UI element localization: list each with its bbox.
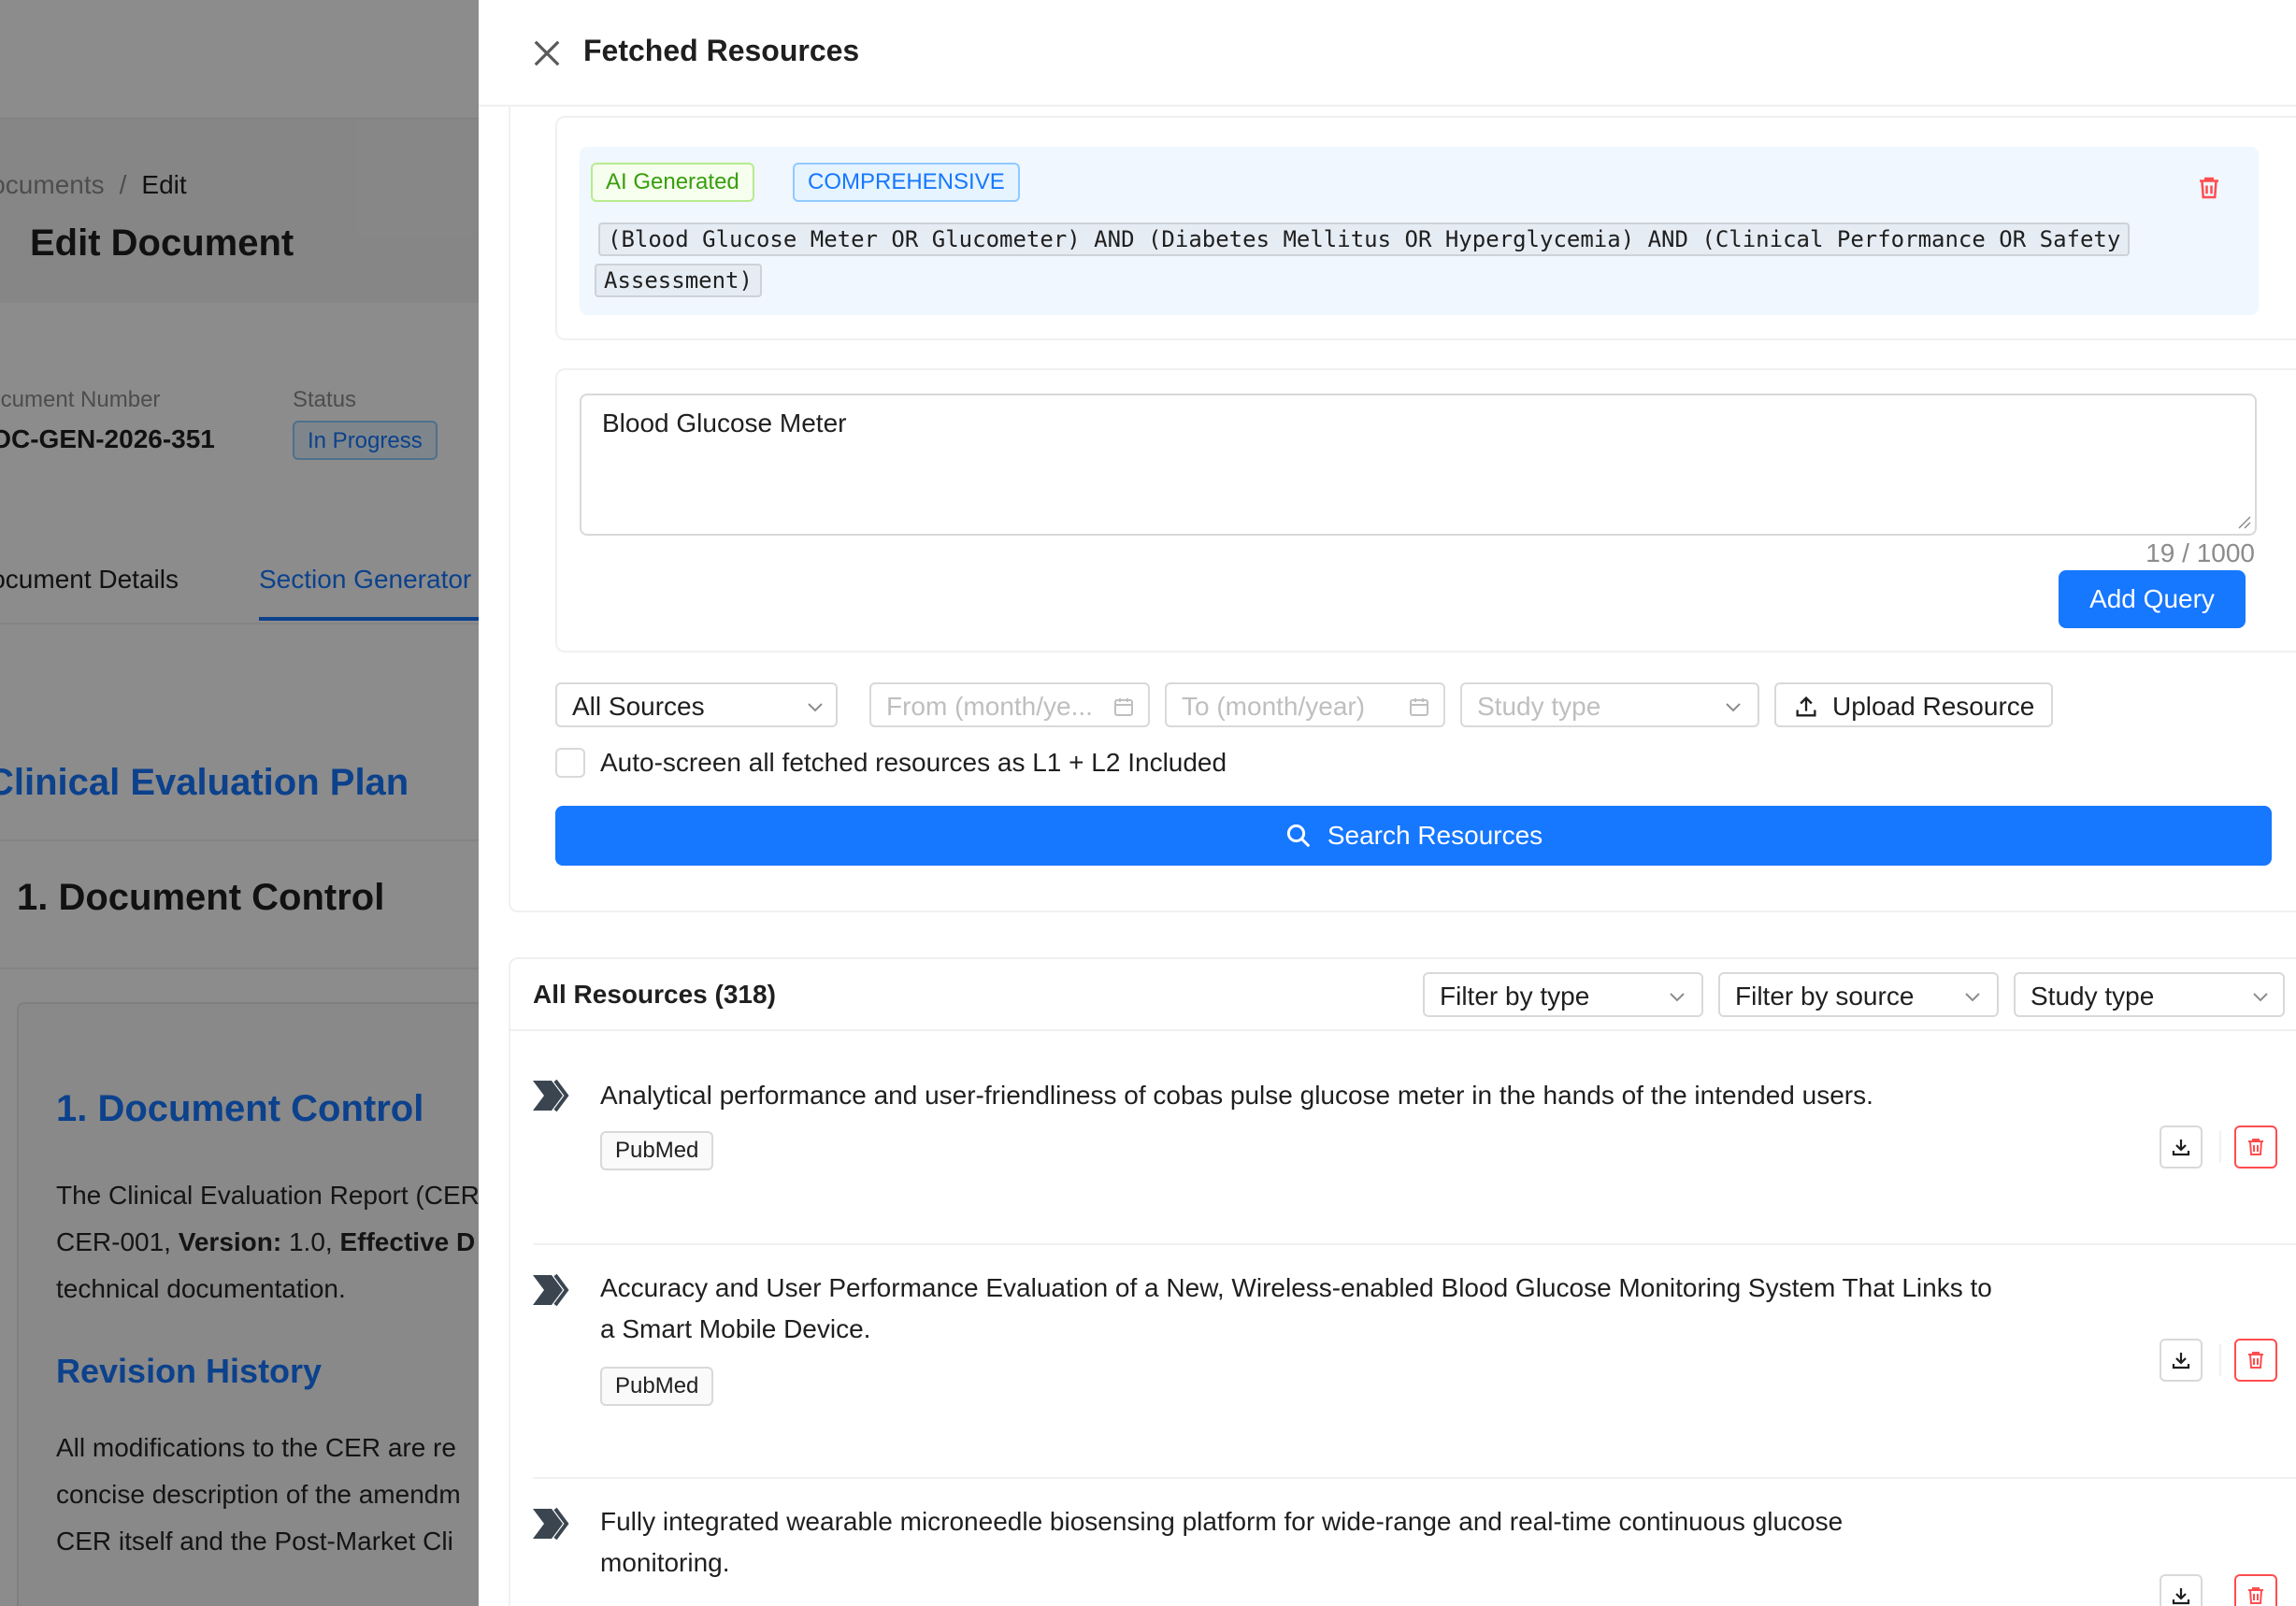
upload-resource-label: Upload Resource — [1832, 692, 2035, 721]
resource-title[interactable]: Analytical performance and user-friendli… — [600, 1075, 2096, 1116]
fetched-resources-drawer: AI Generated COMPREHENSIVE (Blood Glucos… — [479, 0, 2296, 1606]
resource-type-icon — [533, 1079, 569, 1112]
query-text-line: (Blood Glucose Meter OR Glucometer) AND … — [598, 222, 2131, 256]
calendar-icon — [1114, 698, 1133, 716]
download-resource-button[interactable] — [2160, 1126, 2203, 1169]
divider — [509, 1029, 2296, 1031]
auto-screen-label[interactable]: Auto-screen all fetched resources as L1 … — [600, 748, 1227, 778]
resource-source-tag: PubMed — [600, 1367, 714, 1406]
search-resources-label: Search Resources — [1327, 821, 1543, 850]
resource-type-icon — [533, 1273, 569, 1307]
resource-title-line: Accuracy and User Performance Evaluation… — [600, 1273, 1992, 1302]
download-icon — [2172, 1588, 2190, 1605]
ai-generated-tag: AI Generated — [591, 163, 754, 202]
download-icon — [2172, 1353, 2190, 1369]
divider — [2219, 1344, 2221, 1376]
filter-by-type-value: Filter by type — [1440, 982, 1590, 1011]
download-resource-button[interactable] — [2160, 1574, 2203, 1606]
divider — [533, 1243, 2296, 1245]
drawer-title: Fetched Resources — [583, 34, 860, 67]
trash-icon — [2248, 1587, 2263, 1604]
delete-resource-button[interactable] — [2234, 1574, 2277, 1606]
delete-resource-button[interactable] — [2234, 1126, 2277, 1169]
chevron-down-icon — [1670, 993, 1685, 1002]
resource-type-icon — [533, 1507, 569, 1541]
sources-select-value: All Sources — [572, 692, 705, 721]
from-date-placeholder: From (month/ye... — [886, 692, 1093, 721]
drawer-header: Fetched Resources — [479, 0, 2296, 107]
resource-title[interactable]: Fully integrated wearable microneedle bi… — [600, 1501, 2096, 1584]
trash-icon — [2248, 1139, 2263, 1155]
delete-resource-button[interactable] — [2234, 1339, 2277, 1382]
resource-title[interactable]: Accuracy and User Performance Evaluation… — [600, 1268, 2096, 1350]
search-resources-button[interactable]: Search Resources — [555, 806, 2272, 866]
resize-handle-icon[interactable] — [2234, 512, 2251, 529]
to-date-picker[interactable]: To (month/year) — [1165, 682, 1445, 727]
comprehensive-tag: COMPREHENSIVE — [793, 163, 1020, 202]
divider — [2219, 1131, 2221, 1163]
chevron-down-icon — [1726, 703, 1741, 712]
download-resource-button[interactable] — [2160, 1339, 2203, 1382]
upload-resource-button[interactable]: Upload Resource — [1774, 682, 2053, 727]
filter-by-type-select[interactable]: Filter by type — [1423, 972, 1703, 1017]
character-count: 19 / 1000 — [2145, 538, 2255, 567]
resource-title-line: Analytical performance and user-friendli… — [600, 1081, 1873, 1110]
close-icon[interactable] — [527, 34, 567, 73]
chevron-down-icon — [808, 703, 823, 712]
filter-by-source-value: Filter by source — [1735, 982, 1915, 1011]
add-query-button[interactable]: Add Query — [2059, 570, 2246, 628]
resource-title-line: Fully integrated wearable microneedle bi… — [600, 1507, 1844, 1536]
sources-select[interactable]: All Sources — [555, 682, 838, 727]
chevron-down-icon — [2253, 993, 2268, 1002]
study-type-select[interactable]: Study type — [1460, 682, 1759, 727]
study-type-filter-select[interactable]: Study type — [2014, 972, 2285, 1017]
study-type-filter-value: Study type — [2031, 982, 2155, 1011]
download-icon — [2172, 1140, 2190, 1156]
resource-source-tag: PubMed — [600, 1131, 714, 1170]
auto-screen-checkbox[interactable] — [555, 748, 585, 778]
chevron-down-icon — [1965, 993, 1980, 1002]
search-icon — [1286, 824, 1311, 848]
divider — [533, 1477, 2296, 1479]
resource-title-line: monitoring. — [600, 1548, 730, 1577]
resource-title-line: a Smart Mobile Device. — [600, 1314, 871, 1343]
trash-icon — [2248, 1352, 2263, 1369]
upload-icon — [1796, 696, 1816, 717]
filter-by-source-select[interactable]: Filter by source — [1718, 972, 1999, 1017]
delete-query-icon[interactable] — [2195, 174, 2223, 202]
study-type-placeholder: Study type — [1477, 692, 1601, 721]
query-input[interactable]: Blood Glucose Meter — [580, 394, 2257, 536]
to-date-placeholder: To (month/year) — [1182, 692, 1366, 721]
query-text-line: Assessment) — [595, 264, 762, 297]
from-date-picker[interactable]: From (month/ye... — [869, 682, 1150, 727]
modal-mask[interactable] — [0, 0, 479, 1606]
calendar-icon — [1410, 698, 1428, 716]
all-resources-title: All Resources (318) — [533, 980, 776, 1009]
